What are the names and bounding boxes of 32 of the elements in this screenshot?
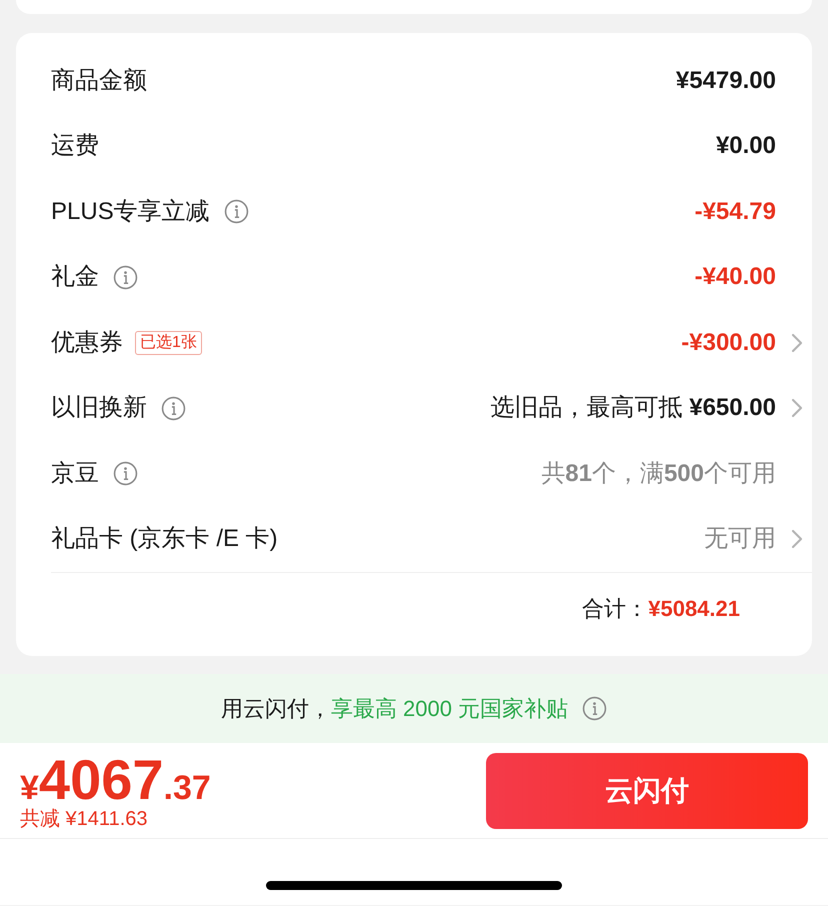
info-icon[interactable] xyxy=(113,264,138,290)
row-label: 商品金额 xyxy=(51,66,147,96)
subsidy-banner[interactable]: 用云闪付，享最高 2000 元国家补贴 xyxy=(0,674,828,743)
chevron-right-icon[interactable] xyxy=(790,332,804,354)
savings-amount: 共减 ¥1411.63 xyxy=(20,808,148,830)
chevron-right-icon[interactable] xyxy=(790,397,804,420)
row-label: 运费 xyxy=(51,131,99,162)
info-icon[interactable] xyxy=(161,396,186,421)
total-amount: ¥5084.21 xyxy=(648,595,740,623)
banner-text: 用云闪付，享最高 2000 元国家补贴 xyxy=(220,695,568,723)
row-label: 以旧换新 xyxy=(51,393,147,424)
info-icon[interactable] xyxy=(113,461,138,486)
row-value: -¥54.79 xyxy=(694,196,776,227)
row-value: ¥0.00 xyxy=(716,131,776,162)
row-value: 共81个，满500个可用 xyxy=(541,458,776,489)
row-value: ¥5479.00 xyxy=(676,66,776,96)
row-value: 选旧品，最高可抵 ¥650.00 xyxy=(490,393,776,424)
row-value: -¥40.00 xyxy=(694,262,776,292)
chevron-right-icon[interactable] xyxy=(790,528,804,550)
row-value: -¥300.00 xyxy=(681,328,776,358)
payable-amount: ¥4067.37 xyxy=(20,752,211,808)
info-icon[interactable] xyxy=(582,696,608,721)
row-label: 礼品卡 (京东卡 /E 卡) xyxy=(51,524,278,554)
row-value: 无可用 xyxy=(704,524,776,554)
row-label: 礼金 xyxy=(51,262,99,292)
row-label: 京豆 xyxy=(51,458,99,489)
coupon-tag: 已选1张 xyxy=(135,330,202,355)
info-icon[interactable] xyxy=(224,199,249,224)
pay-button[interactable]: 云闪付 xyxy=(486,752,808,828)
row-label: 优惠券 xyxy=(51,328,123,358)
total-label: 合计： xyxy=(582,595,648,623)
row-label: PLUS专享立减 xyxy=(51,196,210,227)
